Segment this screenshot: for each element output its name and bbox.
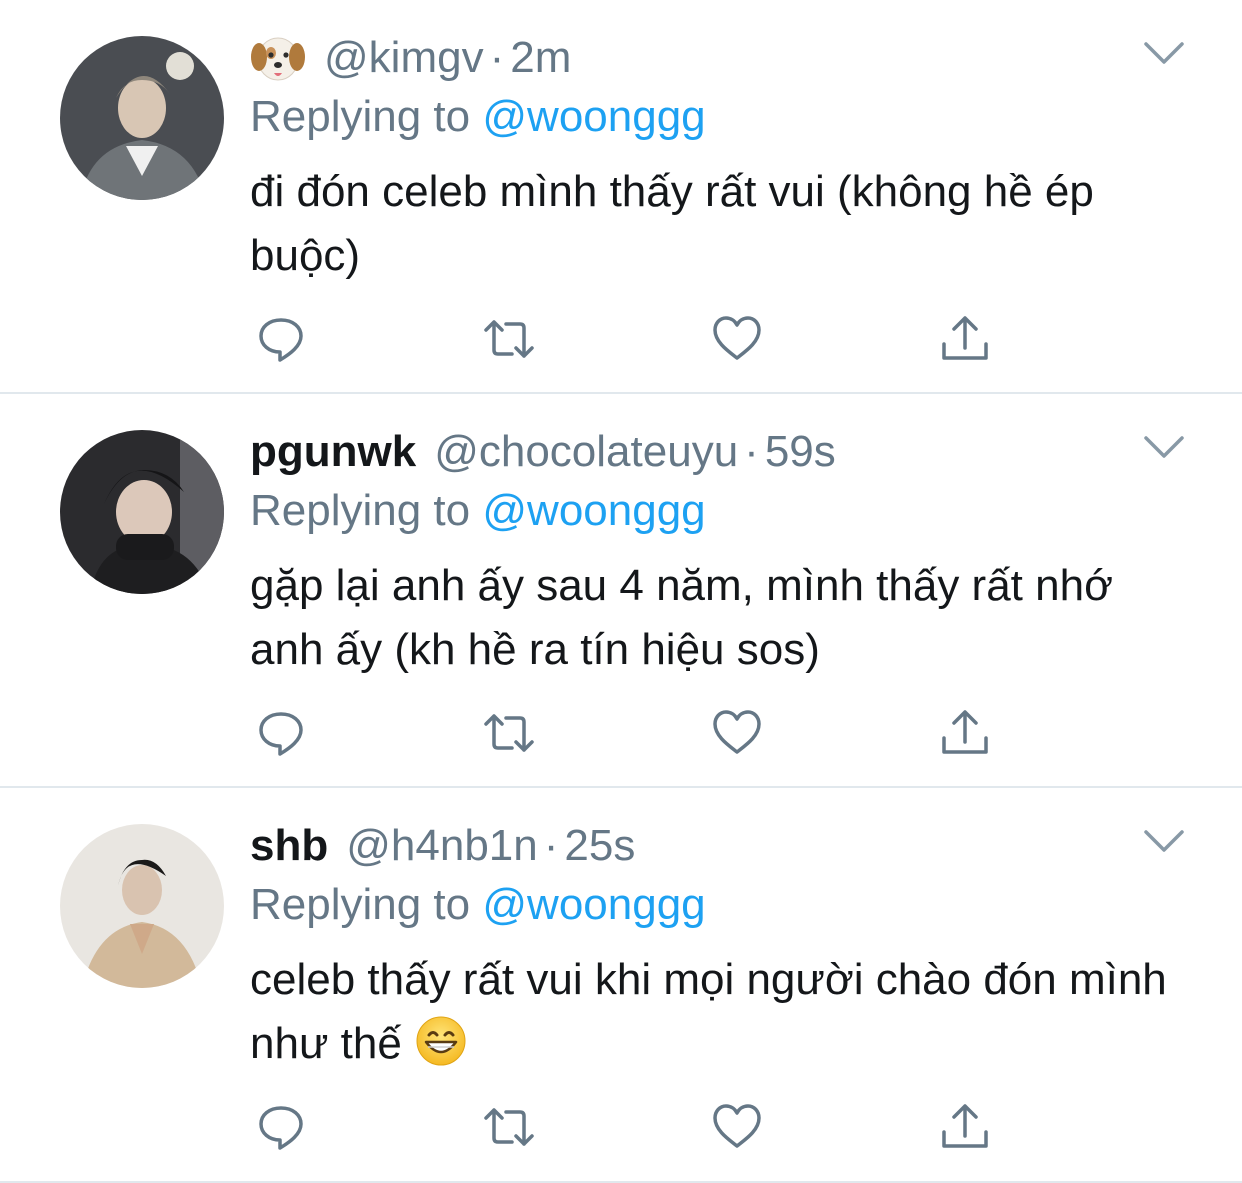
reply-button[interactable] (254, 1100, 308, 1154)
retweet-button[interactable] (482, 312, 536, 366)
like-icon (713, 316, 761, 360)
avatar-photo (60, 430, 224, 594)
reply-icon (259, 1106, 303, 1150)
avatar-photo (60, 36, 224, 200)
display-name[interactable]: pgunwk (250, 427, 416, 477)
mention-link[interactable]: @woonggg (482, 92, 705, 141)
reply-feed: @kimgv · 2m Replying to @woonggg đi đón … (0, 0, 1242, 1183)
chevron-down-icon[interactable] (1142, 38, 1186, 68)
like-button[interactable] (710, 312, 764, 366)
chevron-down-icon[interactable] (1142, 432, 1186, 462)
tweet-text-content: celeb thấy rất vui khi mọi người chào đó… (250, 955, 1167, 1068)
share-icon (942, 710, 988, 754)
user-handle[interactable]: @kimgv (324, 33, 484, 83)
tweet-header: pgunwk @chocolateuyu · 59s (250, 424, 836, 480)
chevron-down-icon[interactable] (1142, 826, 1186, 856)
like-button[interactable] (710, 706, 764, 760)
tweet-card[interactable]: shb @h4nb1n · 25s Replying to @woonggg c… (0, 788, 1242, 1183)
tweet-text: đi đón celeb mình thấy rất vui (không hề… (250, 167, 1094, 280)
replying-to: Replying to @woonggg (250, 486, 706, 536)
timestamp[interactable]: 2m (510, 33, 571, 83)
share-icon (942, 316, 988, 360)
action-bar (250, 1100, 1010, 1154)
tweet-text: celeb thấy rất vui khi mọi người chào đó… (250, 948, 1170, 1076)
separator-dot: · (744, 427, 759, 476)
tweet-header: shb @h4nb1n · 25s (250, 818, 635, 874)
tweet-card[interactable]: pgunwk @chocolateuyu · 59s Replying to @… (0, 394, 1242, 788)
action-bar (250, 312, 1010, 366)
tweet-card[interactable]: @kimgv · 2m Replying to @woonggg đi đón … (0, 0, 1242, 394)
replying-to: Replying to @woonggg (250, 92, 706, 142)
like-icon (713, 710, 761, 754)
avatar[interactable] (60, 824, 224, 988)
tweet-header: @kimgv · 2m (250, 30, 571, 86)
retweet-button[interactable] (482, 706, 536, 760)
avatar-photo (60, 824, 224, 988)
share-icon (942, 1104, 988, 1148)
display-name[interactable]: shb (250, 821, 328, 871)
mention-link[interactable]: @woonggg (482, 880, 705, 929)
share-button[interactable] (938, 1100, 992, 1154)
retweet-icon (484, 1108, 534, 1146)
mention-link[interactable]: @woonggg (482, 486, 705, 535)
share-button[interactable] (938, 312, 992, 366)
reply-icon (259, 712, 303, 756)
like-button[interactable] (710, 1100, 764, 1154)
like-icon (713, 1104, 761, 1148)
avatar[interactable] (60, 36, 224, 200)
replying-prefix: Replying to (250, 486, 471, 535)
separator-dot: · (543, 821, 559, 870)
grinning-face-icon (416, 1016, 466, 1066)
reply-button[interactable] (254, 312, 308, 366)
user-handle[interactable]: @chocolateuyu (434, 427, 738, 477)
retweet-button[interactable] (482, 1100, 536, 1154)
reply-icon (259, 318, 303, 362)
action-bar (250, 706, 1010, 760)
reply-button[interactable] (254, 706, 308, 760)
replying-to: Replying to @woonggg (250, 880, 706, 930)
share-button[interactable] (938, 706, 992, 760)
replying-prefix: Replying to (250, 92, 471, 141)
avatar[interactable] (60, 430, 224, 594)
retweet-icon (484, 320, 534, 358)
replying-prefix: Replying to (250, 880, 471, 929)
timestamp[interactable]: 25s (564, 821, 635, 871)
retweet-icon (484, 714, 534, 752)
dog-face-icon (250, 33, 306, 83)
timestamp[interactable]: 59s (765, 427, 836, 477)
separator-dot: · (489, 33, 505, 82)
user-handle[interactable]: @h4nb1n (346, 821, 538, 871)
tweet-text: gặp lại anh ấy sau 4 năm, mình thấy rất … (250, 561, 1113, 674)
